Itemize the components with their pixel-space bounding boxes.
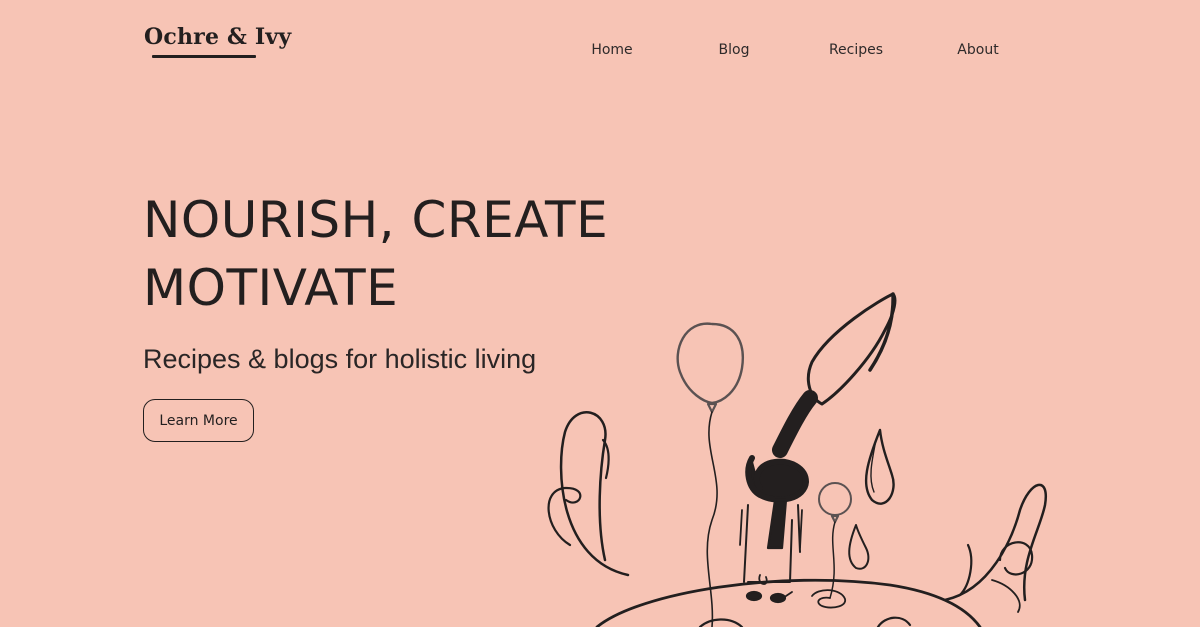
- hero-subtitle: Recipes & blogs for holistic living: [143, 344, 537, 374]
- nav-item-recipes[interactable]: Recipes: [804, 42, 908, 58]
- paintbrush-balloons-illustration: [547, 292, 1048, 627]
- brand-logo[interactable]: Ochre & Ivy: [144, 24, 291, 50]
- main-nav: Home Blog Recipes About: [560, 42, 1030, 58]
- nav-item-blog[interactable]: Blog: [682, 42, 786, 58]
- learn-more-button[interactable]: Learn More: [143, 399, 254, 442]
- swirl-plant-right: [943, 483, 1048, 613]
- balloon-large: [676, 322, 744, 627]
- paintbrush-figure: [739, 292, 897, 604]
- nav-item-about[interactable]: About: [926, 42, 1030, 58]
- swirl-plant-left: [547, 411, 630, 577]
- nav-item-home[interactable]: Home: [560, 42, 664, 58]
- ground-platform: [595, 578, 982, 627]
- hero-title-line-1: NOURISH, CREATE: [143, 191, 609, 249]
- drops: [848, 428, 895, 570]
- logo-underline: [152, 55, 256, 58]
